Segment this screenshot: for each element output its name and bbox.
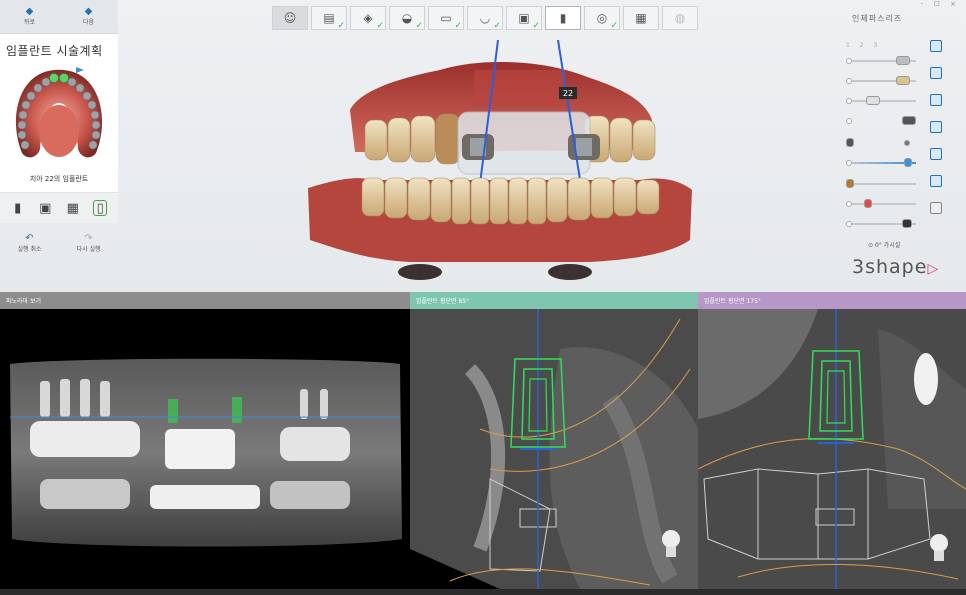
back-button[interactable]: ◆ 뒤로 [0, 0, 59, 33]
workflow-toolbar: ☺ ▤ ✓ ◈ ✓ ◒ ✓ ▭ ✓ ◡ ✓ ▣ ✓ ▮ ◎ ✓ ▦ ◍ [272, 6, 698, 31]
opacity-slider-nerve[interactable] [846, 199, 916, 209]
opacity-slider-abutment[interactable] [846, 116, 916, 126]
wf-arch-icon[interactable]: ◡ ✓ [467, 6, 503, 31]
window-controls[interactable]: - ☐ × [921, 0, 960, 8]
undo-label: 실행 취소 [17, 245, 42, 253]
page-tabs: 1 2 3 [846, 42, 877, 49]
multi-unit-icon[interactable]: ▦ [66, 200, 80, 216]
rotation-label: 0° 가시설 [874, 242, 901, 249]
wf-guide-icon[interactable]: ▦ [623, 6, 659, 30]
panoramic-view[interactable]: 파노라마 보기 [0, 292, 410, 589]
arrow-left-icon: ◆ [25, 6, 34, 17]
implant-parts-row: ▮ ▣ ▦ ▯ [0, 193, 118, 223]
back-label: 뒤로 [23, 19, 36, 26]
wf-scan-icon[interactable]: ▤ ✓ [311, 6, 347, 31]
page-tab-2[interactable]: 2 [860, 42, 864, 49]
panel-title: 임플란트 시술계획 [0, 34, 118, 63]
page-tab-1[interactable]: 1 [846, 42, 850, 49]
view-front-icon[interactable] [930, 40, 942, 52]
view-top-icon[interactable] [930, 148, 942, 160]
view-back-icon[interactable] [930, 67, 942, 79]
implant-part-icon[interactable]: ▮ [11, 200, 25, 216]
arrow-right-icon: ◆ [84, 6, 93, 17]
opacity-slider-bone[interactable] [846, 179, 916, 189]
next-button[interactable]: ◆ 다음 [59, 0, 118, 33]
opacity-slider-crown[interactable] [846, 76, 916, 86]
cross-section-85-image [410, 309, 698, 589]
opacity-slider-tooth[interactable] [846, 96, 916, 106]
view-bottom-icon[interactable] [930, 175, 942, 187]
implant-studio-window: ◆ 뒤로 ◆ 다음 임플란트 시술계획 치아 22의 임플란트 ▮ ▣ ▦ ▯ … [0, 0, 966, 595]
wf-implant-current-icon[interactable]: ▮ [545, 6, 581, 30]
opacity-slider-sleeve[interactable] [846, 138, 916, 148]
jaw-map[interactable] [0, 63, 118, 168]
cross-section-85-title: 임플란트 횡단면 85° [410, 292, 698, 309]
abutment-icon[interactable]: ▣ [38, 200, 52, 216]
upper-jaw-icon [15, 67, 103, 158]
orientation-head-icon [656, 527, 686, 561]
sleeve-selected-icon[interactable]: ▯ [93, 200, 108, 216]
undo-icon: ↶ [25, 232, 34, 244]
wf-sleeve-icon[interactable]: ◎ ✓ [584, 6, 620, 31]
wf-view-icon[interactable]: ▭ ✓ [428, 6, 464, 31]
next-label: 다음 [82, 19, 95, 26]
view-left-icon[interactable] [930, 94, 942, 106]
logo-text: 3shape [852, 256, 928, 278]
view-right-icon[interactable] [930, 121, 942, 133]
implant-number-label: 22 [563, 89, 573, 98]
tooth-caption: 치아 22의 임플란트 [0, 168, 118, 193]
chevron-down-icon: ⊙ [868, 242, 874, 249]
logo-triangle-icon: ▷ [927, 261, 940, 277]
view-icons-column [930, 40, 942, 214]
redo-button[interactable]: ↷ 다시 실행 [59, 229, 118, 257]
opacity-slider-implant[interactable] [846, 158, 916, 168]
wf-align-icon[interactable]: ◈ ✓ [350, 6, 386, 31]
3d-jaw-model: 22 [308, 39, 692, 280]
undo-row: ↶ 실행 취소 ↷ 다시 실행 [0, 229, 118, 257]
download-icon[interactable] [930, 202, 942, 214]
page-tab-3[interactable]: 3 [874, 42, 878, 49]
patient-avatar-icon[interactable]: ☺ [272, 6, 308, 30]
right-panel: - ☐ × 인체파스리즈 1 2 3 ⊙ 0° 가시설 3shape▷ [830, 0, 966, 292]
cross-section-175-title: 임플란트 횡단면 175° [698, 292, 966, 309]
cross-section-view-175[interactable]: 임플란트 횡단면 175° [698, 292, 966, 589]
orientation-head-icon-2 [924, 531, 954, 565]
opacity-slider-ct[interactable] [846, 219, 916, 229]
panoramic-view-title: 파노라마 보기 [0, 292, 410, 309]
cross-section-view-85[interactable]: 임플란트 횡단면 85° [410, 292, 698, 589]
panoramic-image [0, 309, 410, 589]
left-panel: ◆ 뒤로 ◆ 다음 임플란트 시술계획 치아 22의 임플란트 ▮ ▣ ▦ ▯ … [0, 0, 118, 292]
rotation-control[interactable]: ⊙ 0° 가시설 [868, 240, 900, 249]
undo-button[interactable]: ↶ 실행 취소 [0, 229, 59, 257]
top-workspace: ◆ 뒤로 ◆ 다음 임플란트 시술계획 치아 22의 임플란트 ▮ ▣ ▦ ▯ … [0, 0, 966, 292]
wf-tooth-icon[interactable]: ◒ ✓ [389, 6, 425, 31]
cross-section-175-image [698, 309, 966, 589]
nav-row: ◆ 뒤로 ◆ 다음 [0, 0, 118, 34]
wf-export-icon[interactable]: ◍ [662, 6, 698, 30]
opacity-slider-scan[interactable] [846, 56, 916, 66]
3d-viewport[interactable]: 22 [300, 39, 700, 290]
redo-icon: ↷ [84, 232, 93, 244]
brand-logo: 3shape▷ [852, 256, 939, 278]
status-bar [0, 589, 966, 595]
wf-crown-icon[interactable]: ▣ ✓ [506, 6, 542, 31]
visibility-panel-title: 인체파스리즈 [852, 14, 903, 23]
redo-label: 다시 실행 [76, 245, 101, 253]
